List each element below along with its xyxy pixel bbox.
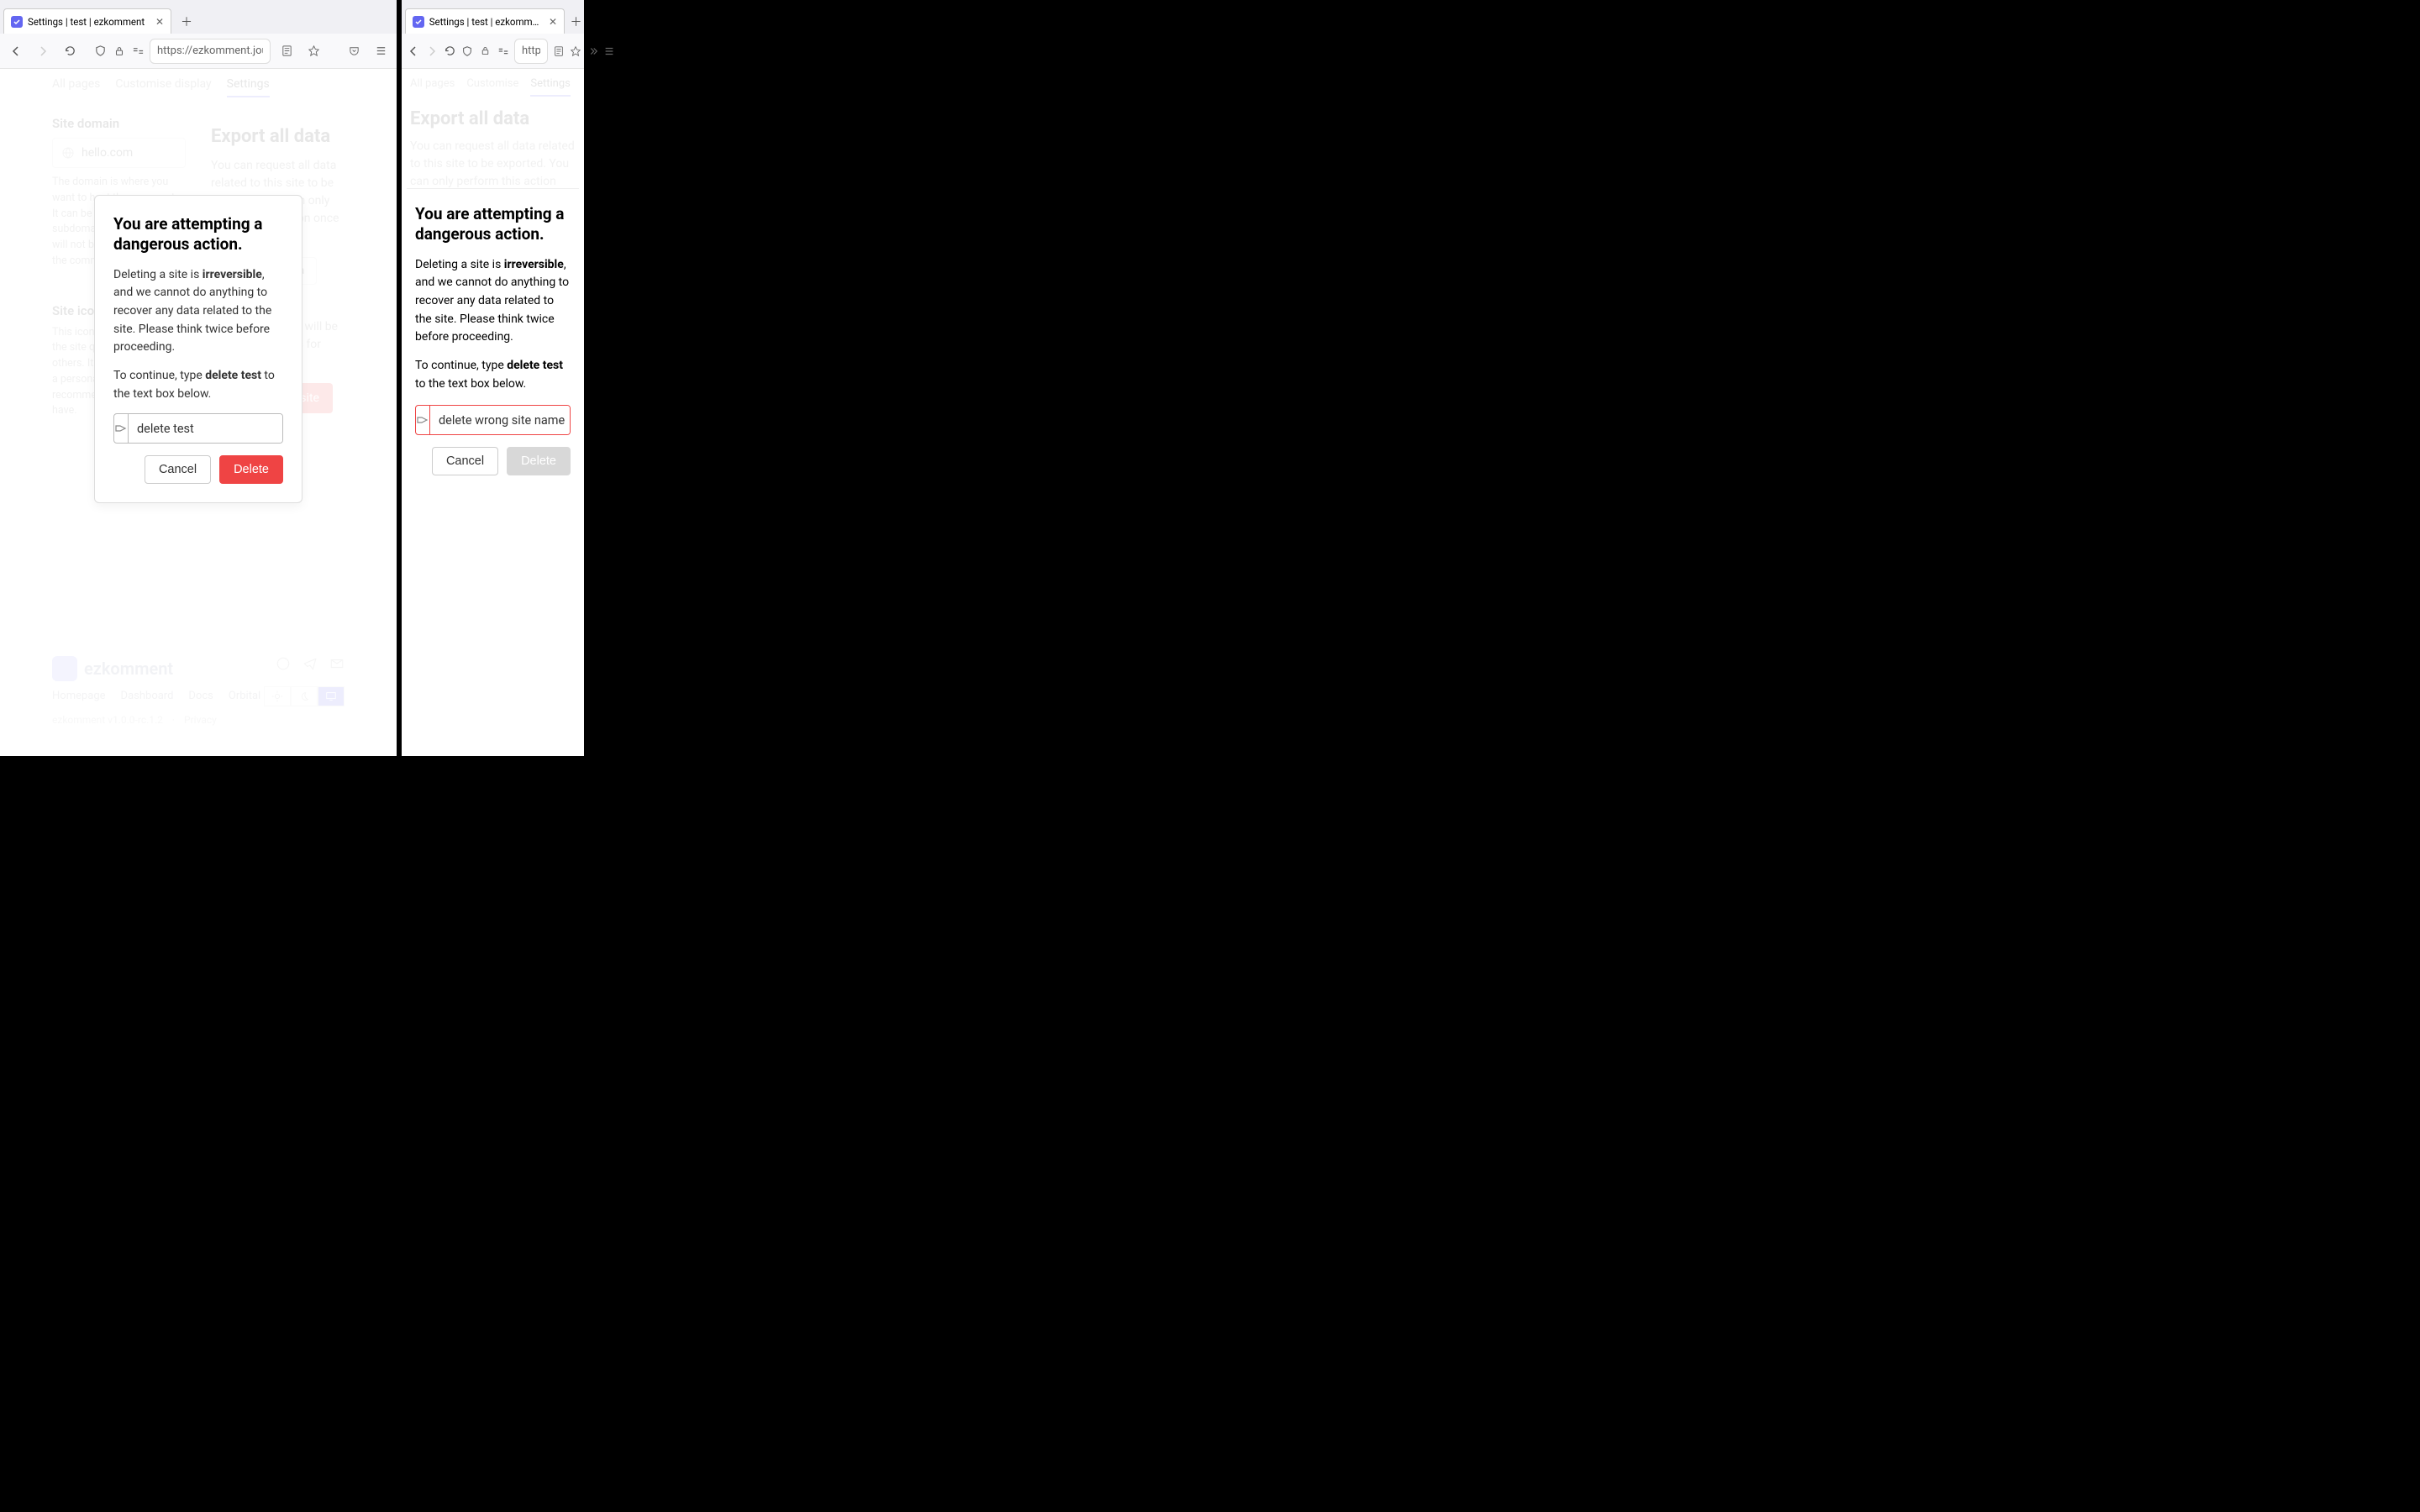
modal-body-2: To continue, type delete test to the tex… bbox=[415, 357, 571, 393]
modal-title: You are attempting a dangerous action. bbox=[113, 214, 283, 255]
forward-button[interactable] bbox=[32, 40, 54, 62]
permissions-icon[interactable] bbox=[132, 45, 145, 57]
favicon-icon bbox=[11, 16, 23, 28]
delete-button[interactable]: Delete bbox=[219, 455, 283, 484]
delete-button[interactable]: Delete bbox=[507, 447, 571, 475]
modal-actions: Cancel Delete bbox=[113, 455, 283, 484]
tab-title: Settings | test | ezkomment bbox=[429, 16, 544, 28]
cancel-button[interactable]: Cancel bbox=[145, 455, 211, 484]
confirm-input-wrapper bbox=[113, 413, 283, 444]
tag-icon bbox=[114, 414, 129, 443]
reload-button[interactable] bbox=[59, 40, 81, 62]
favicon-icon bbox=[413, 16, 424, 28]
close-tab-icon[interactable]: ✕ bbox=[549, 16, 557, 28]
browser-tab[interactable]: Settings | test | ezkomment ✕ bbox=[3, 8, 171, 34]
permissions-icon[interactable] bbox=[497, 45, 509, 57]
pocket-icon[interactable] bbox=[343, 40, 365, 62]
browser-tab[interactable]: Settings | test | ezkomment ✕ bbox=[405, 8, 565, 34]
modal-actions: Cancel Delete bbox=[415, 447, 571, 475]
browser-window-left: Settings | test | ezkomment ✕ ＋ h bbox=[0, 0, 397, 756]
lock-icon[interactable] bbox=[480, 45, 491, 56]
url-text: https://ezkomme bbox=[522, 45, 540, 57]
reload-button[interactable] bbox=[444, 40, 456, 62]
modal-body-2: To continue, type delete test to the tex… bbox=[113, 367, 283, 403]
url-text: https://ezkomment.joulev.dev/app/site/te… bbox=[157, 45, 263, 57]
lock-icon[interactable] bbox=[113, 45, 125, 57]
content-area-left: All pages Customise display Settings Sit… bbox=[0, 69, 397, 756]
tag-icon bbox=[416, 406, 430, 434]
content-area-right: All pages Customise Settings Export all … bbox=[402, 69, 584, 756]
modal-body-1: Deleting a site is irreversible, and we … bbox=[415, 256, 571, 347]
shield-icon[interactable] bbox=[461, 45, 473, 57]
close-tab-icon[interactable]: ✕ bbox=[155, 16, 164, 28]
confirm-input[interactable] bbox=[430, 406, 571, 434]
confirm-input[interactable] bbox=[129, 414, 283, 443]
reader-icon[interactable] bbox=[553, 40, 565, 62]
menu-icon[interactable] bbox=[370, 40, 392, 62]
modal-title: You are attempting a dangerous action. bbox=[415, 204, 571, 244]
bookmark-icon[interactable] bbox=[570, 40, 581, 62]
tab-bar: Settings | test | ezkomment ✕ ＋ bbox=[402, 0, 584, 34]
browser-window-right: Settings | test | ezkomment ✕ ＋ https: bbox=[402, 0, 584, 756]
address-bar[interactable]: https://ezkomment.joulev.dev/app/site/te… bbox=[150, 39, 271, 64]
tab-title: Settings | test | ezkomment bbox=[28, 16, 145, 28]
tab-bar: Settings | test | ezkomment ✕ ＋ bbox=[0, 0, 397, 34]
url-bar: https://ezkomme bbox=[402, 34, 584, 69]
new-tab-button[interactable]: ＋ bbox=[175, 10, 198, 34]
shield-icon[interactable] bbox=[94, 45, 107, 57]
confirm-input-wrapper bbox=[415, 405, 571, 435]
address-bar[interactable]: https://ezkomme bbox=[514, 39, 548, 64]
reader-icon[interactable] bbox=[276, 40, 297, 62]
url-bar: https://ezkomment.joulev.dev/app/site/te… bbox=[0, 34, 397, 69]
delete-confirm-modal: You are attempting a dangerous action. D… bbox=[407, 188, 579, 491]
forward-button[interactable] bbox=[425, 40, 439, 62]
bookmark-icon[interactable] bbox=[302, 40, 324, 62]
back-button[interactable] bbox=[407, 40, 420, 62]
new-tab-button[interactable]: ＋ bbox=[568, 10, 584, 34]
delete-confirm-modal: You are attempting a dangerous action. D… bbox=[94, 195, 302, 503]
menu-icon[interactable] bbox=[603, 40, 615, 62]
overflow-icon[interactable] bbox=[587, 40, 598, 62]
back-button[interactable] bbox=[5, 40, 27, 62]
modal-body-1: Deleting a site is irreversible, and we … bbox=[113, 266, 283, 357]
cancel-button[interactable]: Cancel bbox=[432, 447, 498, 475]
